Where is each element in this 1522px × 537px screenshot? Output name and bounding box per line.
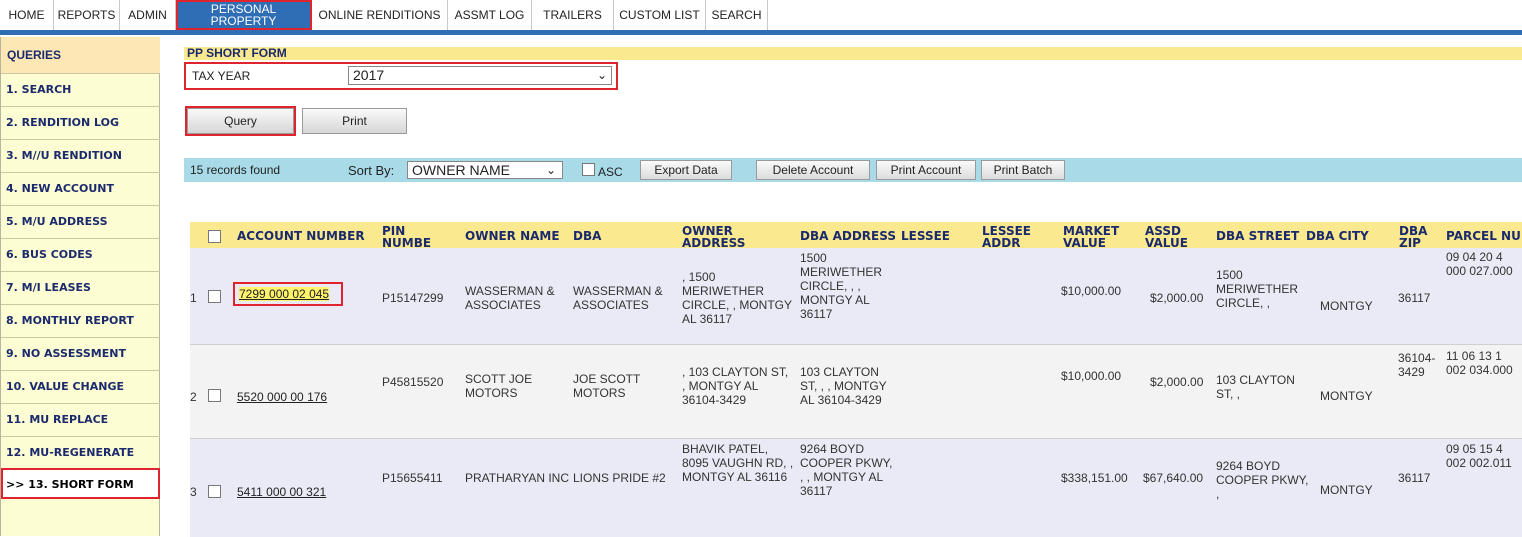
asc-label: ASC [598,165,623,179]
row-checkbox[interactable] [208,290,221,303]
row-checkbox[interactable] [208,389,221,402]
market-value-cell: $10,000.00 [1061,284,1122,298]
chevron-down-icon: ⌄ [545,163,556,177]
table-row: 3 5411 000 00 321 P15655411 PRATHARYAN I… [190,438,1522,537]
tab-personal-property[interactable]: PERSONAL PROPERTY [176,0,312,30]
select-all-checkbox[interactable] [208,230,221,243]
dba-address-cell: 9264 BOYD COOPER PKWY, , , MONTGY AL 361… [800,442,893,498]
dba-zip-cell: 36117 [1398,471,1431,485]
sidebar-item-mi-leases[interactable]: 7. M/I LEASES [1,271,160,303]
export-data-button[interactable]: Export Data [640,160,732,180]
pin-cell: P15655411 [382,471,443,485]
asc-checkbox[interactable] [582,163,595,176]
owner-name-cell: PRATHARYAN INC [465,471,570,485]
sort-by-label: Sort By: [348,163,395,178]
row-number: 3 [190,485,197,499]
sidebar-item-mu-address[interactable]: 5. M/U ADDRESS [1,205,160,237]
row-checkbox[interactable] [208,485,221,498]
account-link[interactable]: 5411 000 00 321 [237,485,326,499]
dba-city-cell: MONTGY [1320,299,1373,313]
owner-address-cell: BHAVIK PATEL, 8095 VAUGHN RD, , MONTGY A… [682,442,794,484]
table-row: 1 7299 000 02 045 P15147299 WASSERMAN & … [190,248,1522,344]
dba-zip-cell: 36117 [1398,291,1431,305]
dba-address-cell: 1500 MERIWETHER CIRCLE, , , MONTGY AL 36… [800,251,882,321]
account-link[interactable]: 7299 000 02 045 [239,287,330,301]
tab-online-renditions[interactable]: ONLINE RENDITIONS [312,0,448,30]
dba-address-cell: 103 CLAYTON ST, , , MONTGY AL 36104-3429 [800,365,887,407]
tab-reports[interactable]: REPORTS [54,0,120,30]
tax-year-label: TAX YEAR [192,69,251,83]
assd-value-cell: $67,640.00 [1143,471,1204,485]
dba-cell: JOE SCOTT MOTORS [573,372,641,400]
assd-value-cell: $2,000.00 [1150,291,1204,305]
pin-cell: P45815520 [382,375,444,389]
sidebar-item-mu-regenerate[interactable]: 12. MU-REGENERATE [1,436,160,468]
sidebar-item-search[interactable]: 1. SEARCH [1,73,160,105]
row-number: 1 [190,291,197,305]
owner-address-cell: , 1500 MERIWETHER CIRCLE, , MONTGY AL 36… [682,270,792,326]
dba-zip-cell: 36104-3429 [1398,351,1436,379]
dba-cell: LIONS PRIDE #2 [573,471,666,485]
tab-search[interactable]: SEARCH [706,0,768,30]
owner-name-cell: WASSERMAN & ASSOCIATES [465,284,555,312]
dba-street-cell: 1500 MERIWETHER CIRCLE, , [1216,268,1298,310]
dba-city-cell: MONTGY [1320,389,1373,403]
sidebar-item-new-account[interactable]: 4. NEW ACCOUNT [1,172,160,204]
sidebar-item-mu-replace[interactable]: 11. MU REPLACE [1,403,160,435]
tax-year-value: 2017 [353,67,385,83]
chevron-down-icon: ⌄ [596,68,607,82]
print-button[interactable]: Print [302,108,407,134]
sort-by-value: OWNER NAME [412,162,510,178]
pin-cell: P15147299 [382,291,444,305]
sidebar-title: QUERIES [1,37,160,73]
print-account-button[interactable]: Print Account [876,160,976,180]
records-found: 15 records found [190,163,281,177]
market-value-cell: $10,000.00 [1061,369,1122,383]
dba-street-cell: 103 CLAYTON ST, , [1216,373,1295,401]
sidebar-item-mu-rendition[interactable]: 3. M//U RENDITION [1,139,160,171]
dba-city-cell: MONTGY [1320,483,1373,497]
tab-admin[interactable]: ADMIN [120,0,176,30]
parcel-cell: 09 04 20 4 000 027.000 [1446,250,1513,278]
form-title: PP SHORT FORM [184,47,1522,60]
account-link[interactable]: 5520 000 00 176 [237,390,327,404]
sidebar-item-short-form[interactable]: >> 13. SHORT FORM [1,468,160,499]
sidebar-item-monthly-report[interactable]: 8. MONTHLY REPORT [1,304,160,336]
print-batch-button[interactable]: Print Batch [981,160,1065,180]
tab-home[interactable]: HOME [0,0,54,30]
row-number: 2 [190,390,197,404]
tab-assmt-log[interactable]: ASSMT LOG [448,0,532,30]
sidebar-item-rendition-log[interactable]: 2. RENDITION LOG [1,106,160,138]
owner-name-cell: SCOTT JOE MOTORS [465,372,533,400]
dba-cell: WASSERMAN & ASSOCIATES [573,284,663,312]
market-value-cell: $338,151.00 [1061,471,1128,485]
tab-custom-list[interactable]: CUSTOM LIST [614,0,706,30]
table-row: 2 5520 000 00 176 P45815520 SCOTT JOE MO… [190,344,1522,439]
table-header: ACCOUNT NUMBER PIN NUMBER OWNER NAME DBA… [190,222,1522,249]
sidebar-item-value-change[interactable]: 10. VALUE CHANGE [1,370,160,402]
dba-street-cell: 9264 BOYD COOPER PKWY, , [1216,459,1309,501]
results-toolbar: 15 records found Sort By: OWNER NAME ⌄ A… [184,158,1522,182]
sidebar-item-no-assessment[interactable]: 9. NO ASSESSMENT [1,337,160,369]
top-nav: HOME REPORTS ADMIN PERSONAL PROPERTY ONL… [0,0,1522,35]
parcel-cell: 09 05 15 4 002 002.011 [1446,442,1512,470]
sort-by-select[interactable]: OWNER NAME ⌄ [407,161,563,179]
tab-trailers[interactable]: TRAILERS [532,0,614,30]
tab-personal-property-line2: PROPERTY [210,14,277,28]
account-number-cell: 7299 000 02 045 [233,282,343,306]
delete-account-button[interactable]: Delete Account [756,160,870,180]
sidebar-item-bus-codes[interactable]: 6. BUS CODES [1,238,160,270]
owner-address-cell: , 103 CLAYTON ST, , MONTGY AL 36104-3429 [682,365,789,407]
tax-year-row: TAX YEAR 2017 ⌄ [184,62,618,90]
assd-value-cell: $2,000.00 [1150,375,1204,389]
parcel-cell: 11 06 13 1 002 034.000 [1446,349,1513,377]
query-button[interactable]: Query [185,106,296,136]
sidebar: QUERIES 1. SEARCH 2. RENDITION LOG 3. M/… [0,37,160,536]
tax-year-select[interactable]: 2017 ⌄ [348,66,612,85]
